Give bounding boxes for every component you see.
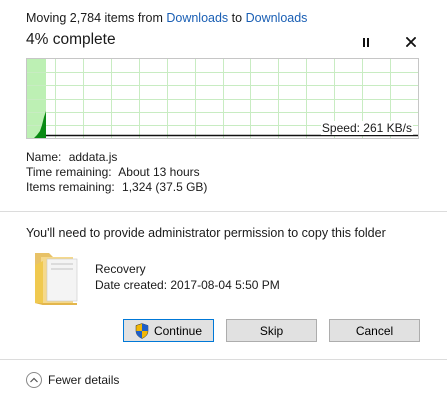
operation-title: Moving 2,784 items from Downloads to Dow… (26, 11, 307, 25)
close-icon (406, 37, 416, 47)
permission-message: You'll need to provide administrator per… (26, 226, 386, 240)
continue-button[interactable]: Continue (123, 319, 214, 342)
source-folder-link[interactable]: Downloads (166, 11, 228, 25)
chevron-up-icon (26, 372, 42, 388)
folder-icon (35, 253, 78, 305)
speed-label: Speed: 261 KB/s (320, 121, 413, 135)
close-button[interactable] (402, 33, 420, 51)
items-remaining-value: 1,324 (37.5 GB) (122, 180, 208, 194)
name-label: Name: (26, 150, 62, 164)
folder-name: Recovery (95, 262, 146, 276)
continue-label: Continue (153, 323, 203, 338)
time-remaining-value: About 13 hours (118, 165, 200, 179)
cancel-button[interactable]: Cancel (329, 319, 420, 342)
transfer-details: Name: addata.js Time remaining: About 13… (26, 150, 207, 195)
items-remaining-label: Items remaining: (26, 180, 115, 194)
file-operation-dialog: Moving 2,784 items from Downloads to Dow… (0, 0, 447, 403)
pause-button[interactable] (356, 33, 376, 51)
items-remaining-row: Items remaining: 1,324 (37.5 GB) (26, 180, 207, 195)
footer-divider (0, 359, 447, 360)
pause-icon (362, 37, 370, 47)
transfer-speed-graph: Speed: 261 KB/s (26, 58, 419, 139)
fewer-details-toggle[interactable]: Fewer details (26, 372, 119, 388)
folder-date-created: Date created: 2017-08-04 5:50 PM (95, 278, 280, 292)
destination-folder-link[interactable]: Downloads (246, 11, 308, 25)
progress-section: Moving 2,784 items from Downloads to Dow… (0, 0, 447, 212)
title-connector: to (231, 11, 243, 25)
skip-button[interactable]: Skip (226, 319, 317, 342)
fewer-details-label: Fewer details (48, 373, 120, 387)
title-prefix: Moving 2,784 items from (26, 11, 163, 25)
section-divider (0, 211, 447, 212)
percent-complete: 4% complete (26, 31, 116, 48)
time-remaining-label: Time remaining: (26, 165, 112, 179)
name-row: Name: addata.js (26, 150, 207, 165)
name-value: addata.js (68, 150, 118, 164)
time-remaining-row: Time remaining: About 13 hours (26, 165, 207, 180)
uac-shield-icon (135, 322, 149, 339)
